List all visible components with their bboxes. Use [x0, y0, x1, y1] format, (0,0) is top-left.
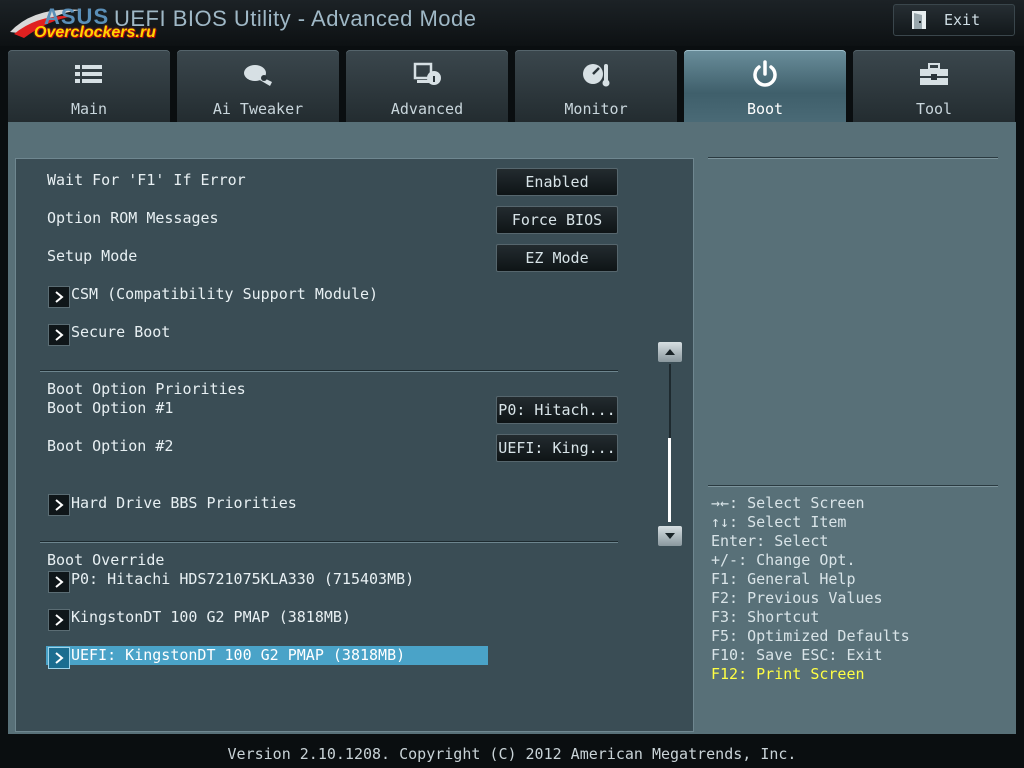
tab-monitor[interactable]: Monitor — [515, 50, 677, 122]
tab-advanced-label: Advanced — [390, 100, 464, 118]
boot-option-2-dropdown[interactable]: UEFI: King... — [496, 434, 618, 462]
boot-override-heading: Boot Override — [47, 551, 165, 569]
exit-label: Exit — [944, 11, 981, 29]
secure-boot-submenu[interactable]: Secure Boot — [71, 323, 170, 341]
help-select-item: ↑↓: Select Item — [711, 513, 847, 531]
tab-ai-tweaker[interactable]: Ai Tweaker — [177, 50, 339, 122]
tab-ai-tweaker-label: Ai Tweaker — [212, 100, 304, 118]
boot-option-1-label: Boot Option #1 — [47, 399, 174, 417]
tab-tool[interactable]: Tool — [853, 50, 1015, 122]
help-f2: F2: Previous Values — [711, 589, 883, 607]
submenu-arrow-icon — [48, 324, 70, 346]
main-tabs: Main Ai Tweaker Advanced Monitor Boot To… — [8, 50, 1016, 122]
submenu-arrow-icon — [48, 609, 70, 631]
setup-mode-label: Setup Mode — [47, 247, 138, 265]
hdd-bbs-submenu[interactable]: Hard Drive BBS Priorities — [71, 494, 297, 512]
toolbox-icon — [920, 63, 948, 85]
tab-tool-label: Tool — [915, 100, 953, 118]
tab-advanced[interactable]: Advanced — [346, 50, 508, 122]
section-divider — [40, 370, 618, 371]
power-icon — [753, 60, 777, 87]
tab-monitor-label: Monitor — [564, 100, 628, 118]
exit-door-icon — [912, 11, 926, 29]
scroll-up-button[interactable] — [658, 342, 682, 362]
submenu-arrow-icon — [48, 647, 70, 669]
option-rom-dropdown[interactable]: Force BIOS — [496, 206, 618, 234]
boot-option-2-label: Boot Option #2 — [47, 437, 174, 455]
tab-boot[interactable]: Boot — [684, 50, 846, 122]
menu-list-icon — [75, 65, 102, 83]
boot-option-1-dropdown[interactable]: P0: Hitach... — [496, 396, 618, 424]
boot-override-item[interactable]: P0: Hitachi HDS721075KLA330 (715403MB) — [71, 570, 414, 588]
tab-main-label: Main — [70, 100, 108, 118]
help-change-opt: +/-: Change Opt. — [711, 551, 856, 569]
wait-f1-dropdown[interactable]: Enabled — [496, 168, 618, 196]
section-divider — [40, 541, 618, 542]
csm-submenu[interactable]: CSM (Compatibility Support Module) — [71, 285, 378, 303]
help-f12: F12: Print Screen — [711, 665, 865, 683]
scrollbar-thumb[interactable] — [668, 438, 671, 522]
submenu-arrow-icon — [48, 494, 70, 516]
boot-override-item-selected[interactable]: UEFI: KingstonDT 100 G2 PMAP (3818MB) — [71, 646, 405, 664]
setup-mode-dropdown[interactable]: EZ Mode — [496, 244, 618, 272]
version-footer: Version 2.10.1208. Copyright (C) 2012 Am… — [227, 745, 797, 763]
tab-boot-label: Boot — [746, 100, 784, 118]
boot-priorities-heading: Boot Option Priorities — [47, 380, 246, 398]
submenu-arrow-icon — [48, 571, 70, 593]
help-select-screen: →←: Select Screen — [711, 494, 865, 512]
help-f5: F5: Optimized Defaults — [711, 627, 910, 645]
wait-f1-label: Wait For 'F1' If Error — [47, 171, 246, 189]
app-title: UEFI BIOS Utility - Advanced Mode — [114, 6, 477, 31]
monitor-gauge-icon — [583, 64, 610, 87]
tweaker-icon — [244, 65, 272, 86]
help-f1: F1: General Help — [711, 570, 856, 588]
scroll-down-button[interactable] — [658, 526, 682, 546]
option-rom-label: Option ROM Messages — [47, 209, 219, 227]
help-divider-top — [708, 157, 998, 158]
help-f3: F3: Shortcut — [711, 608, 820, 626]
submenu-arrow-icon — [48, 286, 70, 308]
advanced-icon — [413, 62, 441, 85]
help-divider — [708, 485, 998, 486]
help-f10-esc: F10: Save ESC: Exit — [711, 646, 883, 664]
tab-main[interactable]: Main — [8, 50, 170, 122]
exit-button[interactable]: Exit — [893, 4, 1015, 36]
help-enter: Enter: Select — [711, 532, 829, 550]
boot-override-item[interactable]: KingstonDT 100 G2 PMAP (3818MB) — [71, 608, 351, 626]
title-bar: ASUS Overclockers.ru UEFI BIOS Utility -… — [0, 0, 1024, 46]
